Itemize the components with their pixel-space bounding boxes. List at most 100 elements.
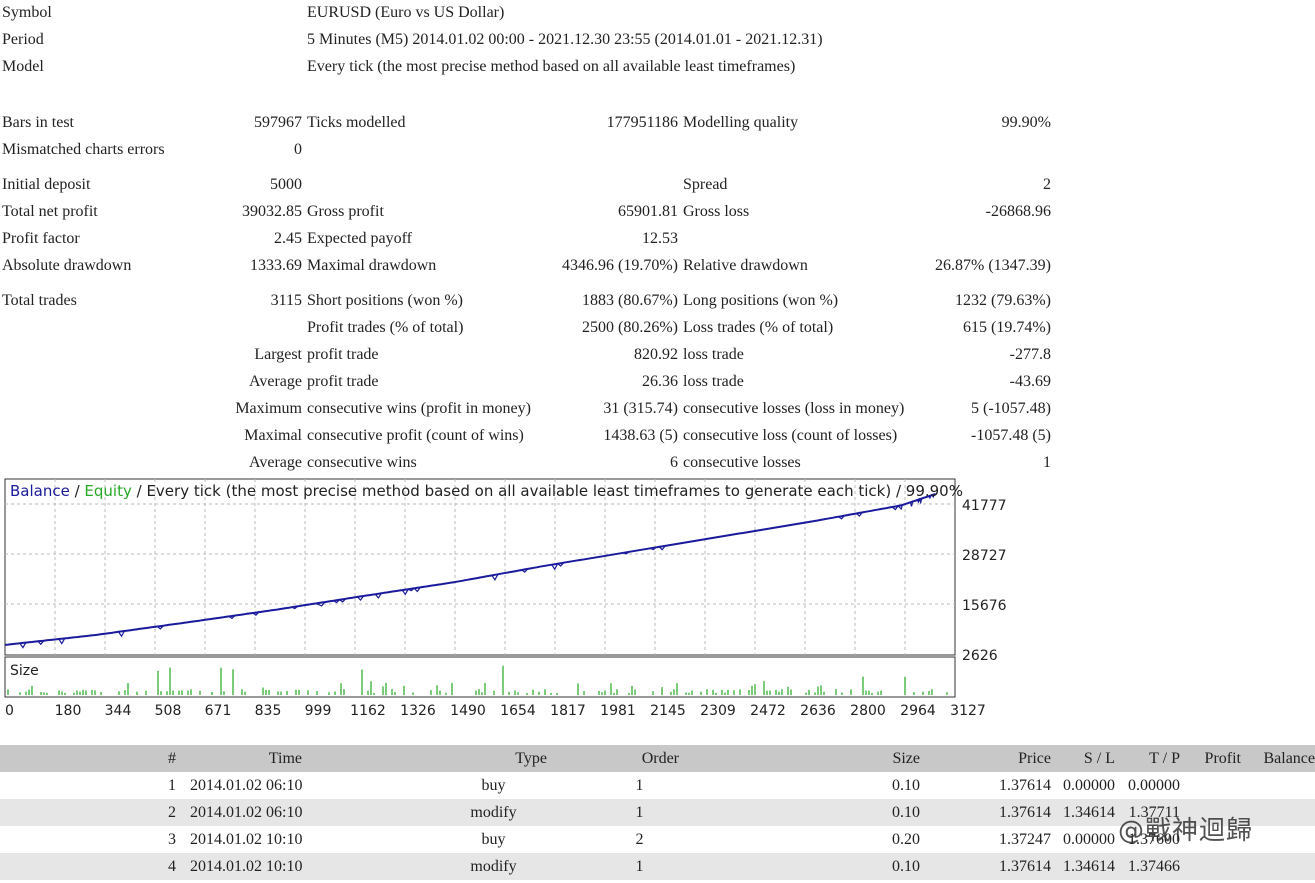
legend-balance: Balance	[10, 482, 70, 500]
x-tick-label: 2472	[750, 703, 786, 719]
x-tick-label: 2964	[900, 703, 936, 719]
cell-price: 1.37614	[999, 858, 1051, 875]
watermark: @戰神迴歸	[1118, 816, 1254, 846]
col-balance: Balance	[1263, 750, 1315, 767]
stat-lead-label: Average	[249, 373, 302, 390]
stat-value: 1	[1043, 454, 1051, 471]
cell-sl: 0.00000	[1063, 777, 1115, 794]
stat-value: 177951186	[606, 114, 678, 131]
cell-num: 4	[168, 858, 176, 875]
cell-price: 1.37614	[999, 777, 1051, 794]
stat-value: 12.53	[642, 230, 678, 247]
stat-value: 1232 (79.63%)	[955, 292, 1051, 309]
cell-order: 2	[635, 831, 644, 848]
stat-value: 1883 (80.67%)	[582, 292, 678, 309]
stat-lead-label: Maximum	[235, 400, 302, 417]
col-tp: T / P	[1149, 750, 1180, 767]
col-num: #	[168, 750, 176, 767]
cell-order: 1	[635, 804, 644, 821]
model-label: Model	[2, 58, 44, 75]
stat-label: profit trade	[307, 346, 379, 363]
col-price: Price	[1018, 750, 1051, 767]
x-tick-label: 1817	[550, 703, 586, 719]
stat-label: consecutive wins	[307, 454, 417, 471]
stat-value: 2.45	[274, 230, 302, 247]
stat-value: 31 (315.74)	[603, 400, 678, 417]
legend-rest: / Every tick (the most precise method ba…	[132, 482, 963, 500]
stat-label: profit trade	[307, 373, 379, 390]
size-label: Size	[10, 663, 39, 679]
x-tick-label: 3127	[950, 703, 986, 719]
x-tick-label: 180	[55, 703, 82, 719]
col-size: Size	[892, 750, 920, 767]
x-tick-label: 1326	[400, 703, 436, 719]
cell-num: 2	[168, 804, 176, 821]
cell-type: buy	[481, 831, 506, 848]
stat-label: Total net profit	[2, 203, 98, 220]
stat-label: Profit factor	[2, 230, 80, 247]
symbol-label: Symbol	[2, 4, 52, 21]
stat-value: 5 (-1057.48)	[971, 400, 1051, 417]
stat-value: 0	[294, 141, 302, 158]
stat-value: 26.87% (1347.39)	[935, 257, 1051, 274]
stat-label: Expected payoff	[307, 230, 412, 247]
stat-label: loss trade	[683, 373, 744, 390]
stat-value: 4346.96 (19.70%)	[562, 257, 678, 274]
y-axis-ticks: 41777 28727 15676 2626	[962, 498, 1007, 664]
stat-value: 820.92	[634, 346, 678, 363]
stat-value: -1057.48 (5)	[971, 427, 1051, 444]
cell-sl: 1.34614	[1063, 858, 1115, 875]
x-tick-label: 2636	[800, 703, 836, 719]
x-tick-label: 671	[205, 703, 232, 719]
stat-value: -43.69	[1009, 373, 1051, 390]
cell-price: 1.37614	[999, 804, 1051, 821]
period-label: Period	[2, 31, 44, 48]
cell-size: 0.10	[892, 777, 920, 794]
balance-chart: Balance / Equity / Every tick (the most …	[4, 478, 1007, 719]
cell-order: 1	[635, 858, 644, 875]
cell-time: 2014.01.02 10:10	[190, 858, 303, 875]
stat-label: consecutive wins (profit in money)	[307, 400, 531, 417]
x-tick-label: 0	[5, 703, 14, 719]
cell-time: 2014.01.02 06:10	[190, 777, 303, 794]
col-time: Time	[268, 750, 302, 767]
stat-label: Total trades	[2, 292, 77, 309]
stat-value: 39032.85	[242, 203, 302, 220]
stat-label: Gross profit	[307, 203, 384, 220]
col-order: Order	[641, 750, 679, 767]
cell-size: 0.10	[892, 804, 920, 821]
stat-label: consecutive losses (loss in money)	[683, 400, 905, 417]
period-value: 5 Minutes (M5) 2014.01.02 00:00 - 2021.1…	[307, 31, 823, 48]
stat-lead-label: Maximal	[244, 427, 302, 444]
stat-value: -277.8	[1009, 346, 1051, 363]
col-type: Type	[515, 750, 547, 767]
table-row: 1 2014.01.02 06:10 buy 1 0.10 1.37614 0.00000 0…	[0, 772, 1315, 799]
cell-num: 3	[168, 831, 176, 848]
cell-num: 1	[168, 777, 176, 794]
chart-title: Balance / Equity / Every tick (the most …	[10, 482, 963, 500]
stat-label: consecutive loss (count of losses)	[683, 427, 898, 444]
stat-value: 99.90%	[1001, 114, 1051, 131]
stat-value: 2500 (80.26%)	[582, 319, 678, 336]
table-row: 4 2014.01.02 10:10 modify 1 0.10 1.37614 1.346…	[0, 853, 1315, 880]
cell-order: 1	[635, 777, 644, 794]
stat-lead-label: Average	[249, 454, 302, 471]
stat-value: 3115	[270, 292, 302, 309]
stat-label: Mismatched charts errors	[2, 141, 165, 158]
x-tick-label: 1162	[350, 703, 386, 719]
model-value: Every tick (the most precise method base…	[307, 58, 796, 75]
col-sl: S / L	[1083, 750, 1115, 767]
size-plot-frame	[4, 656, 956, 698]
stat-value: 597967	[254, 114, 302, 131]
y-tick-label: 15676	[962, 598, 1007, 614]
cell-time: 2014.01.02 10:10	[190, 831, 303, 848]
y-tick-label: 41777	[962, 498, 1007, 514]
stat-value: 2	[1043, 176, 1051, 193]
x-axis-ticks: 0 180 344 508 671 835 999 1162 1326 1490 1654 1817 1…	[5, 703, 986, 719]
stat-label: Loss trades (% of total)	[683, 319, 834, 336]
x-tick-label: 999	[305, 703, 332, 719]
cell-tp: 1.37466	[1128, 858, 1180, 875]
x-tick-label: 2145	[650, 703, 686, 719]
stat-label: Spread	[683, 176, 728, 193]
y-tick-label: 28727	[962, 548, 1007, 564]
